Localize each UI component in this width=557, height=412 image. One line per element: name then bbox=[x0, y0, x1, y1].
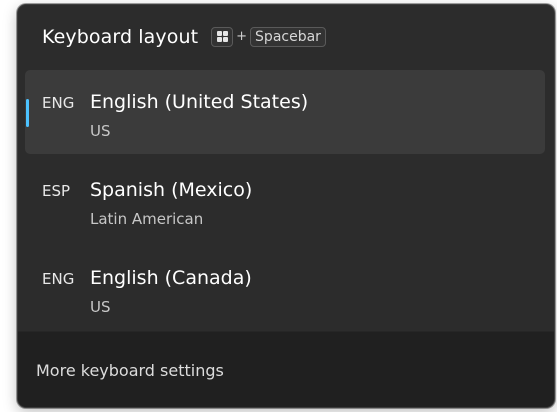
windows-logo-icon bbox=[216, 31, 228, 42]
language-name: English (Canada) bbox=[90, 267, 252, 289]
language-code: ESP bbox=[42, 182, 71, 200]
flyout-header: Keyboard layout + Spacebar bbox=[18, 5, 554, 69]
layout-list: ENG English (United States) US ESP Spani… bbox=[18, 70, 554, 334]
flyout-footer: More keyboard settings bbox=[18, 331, 554, 407]
more-keyboard-settings-link[interactable]: More keyboard settings bbox=[36, 359, 224, 380]
language-code: ENG bbox=[42, 270, 75, 288]
keyboard-name: US bbox=[90, 298, 111, 316]
layout-item-english-us[interactable]: ENG English (United States) US bbox=[25, 70, 545, 154]
shortcut-plus: + bbox=[236, 29, 248, 44]
spacebar-key: Spacebar bbox=[250, 26, 326, 47]
language-name: English (United States) bbox=[90, 91, 309, 113]
keyboard-shortcut-hint: + Spacebar bbox=[211, 26, 326, 47]
keyboard-name: US bbox=[90, 122, 111, 140]
layout-item-english-canada[interactable]: ENG English (Canada) US bbox=[25, 246, 545, 330]
flyout-title: Keyboard layout bbox=[42, 26, 199, 48]
keyboard-layout-flyout: Keyboard layout + Spacebar ENG English (… bbox=[17, 4, 555, 408]
layout-item-spanish-mexico[interactable]: ESP Spanish (Mexico) Latin American bbox=[25, 158, 545, 242]
selection-indicator bbox=[26, 99, 29, 127]
keyboard-name: Latin American bbox=[90, 210, 204, 228]
language-name: Spanish (Mexico) bbox=[90, 179, 253, 201]
language-code: ENG bbox=[42, 94, 75, 112]
windows-key bbox=[211, 26, 234, 47]
